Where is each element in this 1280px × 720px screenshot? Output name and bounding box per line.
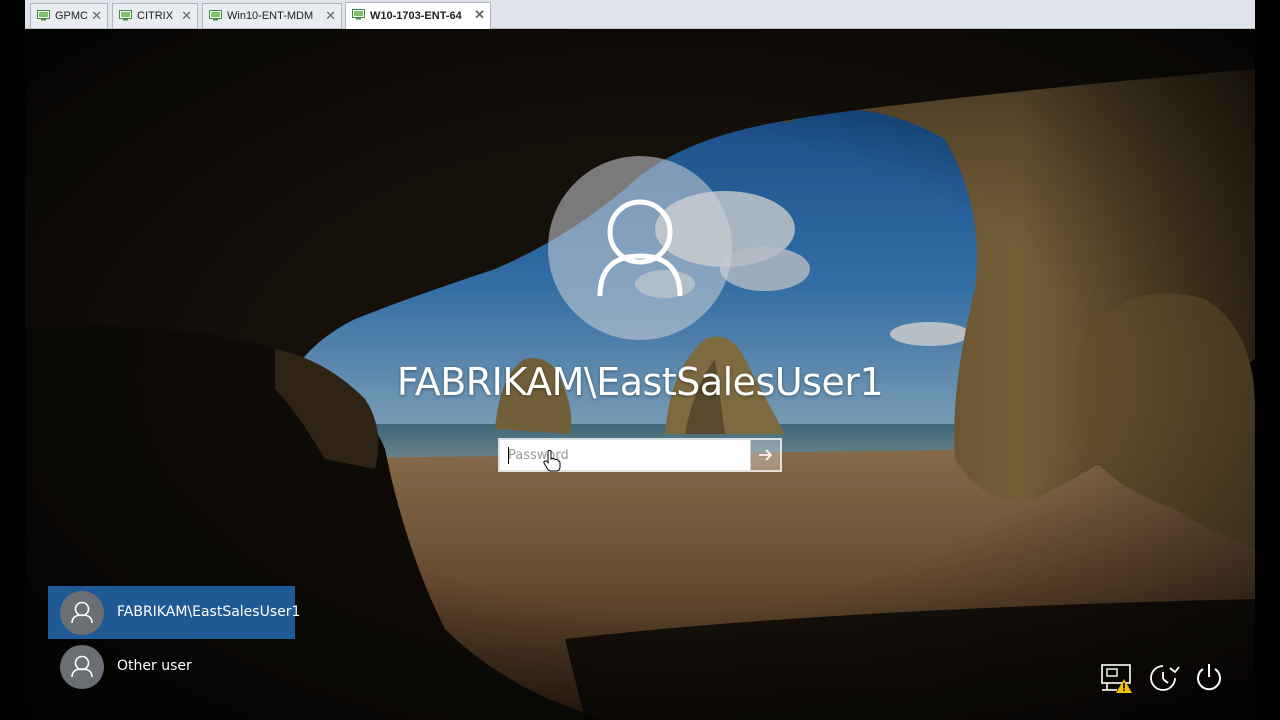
user-tile-label: Other user <box>117 658 192 674</box>
ease-of-access-icon <box>1150 665 1180 691</box>
user-avatar-small <box>60 591 104 635</box>
tab-label: W10-1703-ENT-64 <box>370 10 462 22</box>
tab-label: Win10-ENT-MDM <box>227 10 314 22</box>
vm-tab-bar: GPMC ✕ CITRIX ✕ Win10-ENT-MDM ✕ W10-1703… <box>25 0 1255 29</box>
vm-icon <box>119 10 132 21</box>
user-avatar <box>548 156 732 340</box>
close-icon[interactable]: ✕ <box>181 8 192 24</box>
tab-gpmc[interactable]: GPMC ✕ <box>30 3 108 28</box>
power-button[interactable] <box>1191 660 1227 696</box>
tab-w10-1703-ent-64[interactable]: W10-1703-ENT-64 ✕ <box>345 2 491 29</box>
close-icon[interactable]: ✕ <box>474 7 485 23</box>
tab-win10-ent-mdm[interactable]: Win10-ENT-MDM ✕ <box>202 3 342 28</box>
vm-icon <box>209 10 222 21</box>
vm-icon <box>37 10 50 21</box>
arrow-right-icon <box>759 449 773 461</box>
submit-button[interactable] <box>750 440 780 470</box>
text-caret <box>508 447 509 464</box>
vm-console: GPMC ✕ CITRIX ✕ Win10-ENT-MDM ✕ W10-1703… <box>0 0 1280 720</box>
hand-pointer-icon <box>543 450 561 472</box>
user-silhouette-icon <box>597 199 683 297</box>
tab-citrix[interactable]: CITRIX ✕ <box>112 3 198 28</box>
user-avatar-small <box>60 645 104 689</box>
user-tile-eastsalesuser1[interactable]: FABRIKAM\EastSalesUser1 <box>48 586 300 639</box>
user-silhouette-icon <box>71 655 93 678</box>
password-input[interactable] <box>500 440 750 470</box>
network-warning-icon <box>1101 664 1132 693</box>
signed-in-username: FABRIKAM\EastSalesUser1 <box>396 360 884 404</box>
user-tile-other-user[interactable]: Other user <box>48 640 295 693</box>
tab-label: GPMC <box>55 10 88 22</box>
tab-label: CITRIX <box>137 10 174 22</box>
password-box <box>498 438 782 472</box>
close-icon[interactable]: ✕ <box>91 8 102 24</box>
network-button[interactable] <box>1099 660 1135 696</box>
user-tile-label: FABRIKAM\EastSalesUser1 <box>117 604 301 620</box>
close-icon[interactable]: ✕ <box>325 8 336 24</box>
power-icon <box>1197 664 1221 691</box>
ease-of-access-button[interactable] <box>1145 660 1181 696</box>
vm-icon <box>352 9 365 20</box>
user-silhouette-icon <box>71 601 93 624</box>
